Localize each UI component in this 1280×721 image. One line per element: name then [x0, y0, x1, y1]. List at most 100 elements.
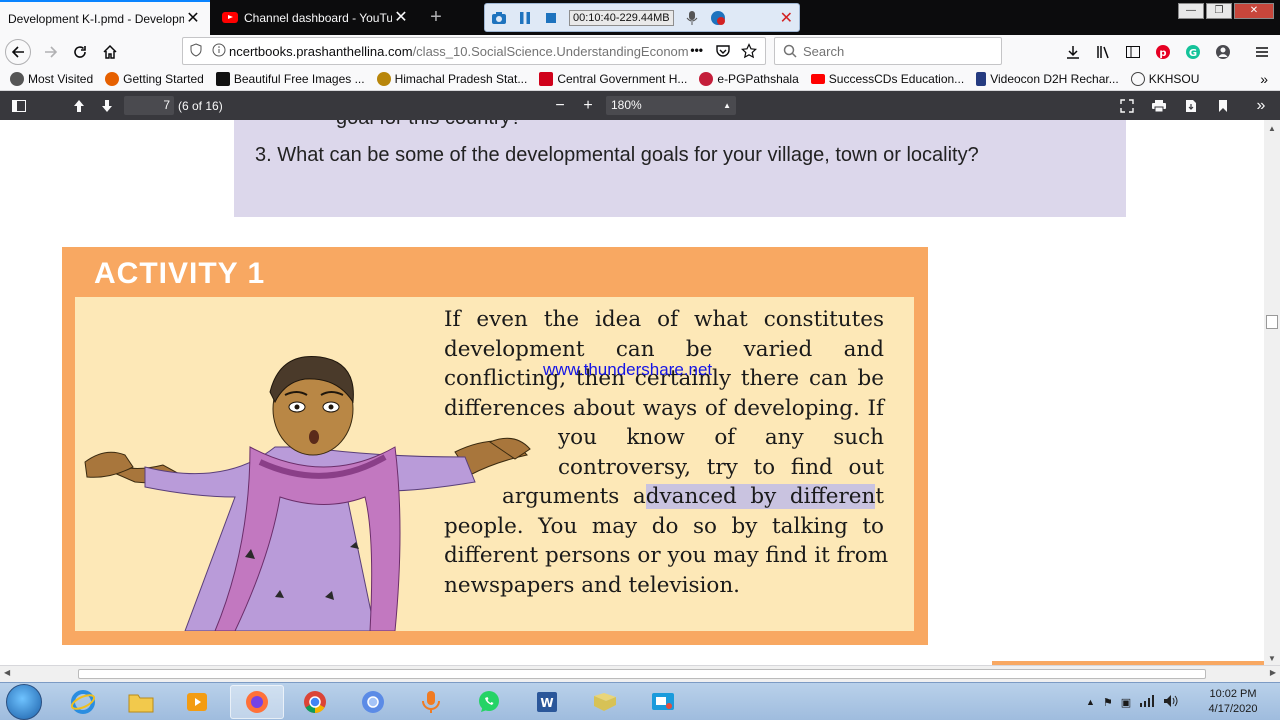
bookmark-item[interactable]: Most Visited — [10, 72, 93, 86]
tab-development-pdf[interactable]: Development K-I.pmd - Developme ✕ — [0, 0, 210, 35]
volume-icon[interactable] — [1163, 694, 1179, 711]
tab-channel-dashboard[interactable]: Channel dashboard - YouTube ✕ — [214, 0, 418, 35]
stop-icon[interactable] — [543, 10, 559, 26]
bookmark-item[interactable]: Beautiful Free Images ... — [215, 72, 365, 86]
taskbar-chrome-canary[interactable] — [346, 685, 400, 719]
presentation-mode-button[interactable] — [1118, 96, 1136, 116]
bookmarks-overflow-icon[interactable]: » — [1260, 71, 1268, 87]
bookmark-label: KKHSOU — [1148, 72, 1200, 86]
text-line-highlighted: arguments advanced by different — [444, 482, 884, 512]
library-button[interactable] — [1091, 39, 1117, 65]
bookmark-icon — [1219, 100, 1227, 112]
action-center-flag-icon[interactable]: ⚑ — [1103, 696, 1113, 709]
bookmark-item[interactable]: e-PGPathshala — [699, 72, 799, 86]
horizontal-scrollbar[interactable]: ◀ ▶ — [0, 665, 1280, 682]
page-count: (6 of 16) — [178, 99, 223, 113]
next-page-button[interactable] — [98, 96, 116, 116]
bookmark-item[interactable]: Getting Started — [105, 72, 204, 86]
bookmark-label: Videocon D2H Rechar... — [990, 72, 1119, 86]
microphone-icon[interactable] — [684, 10, 700, 26]
account-button[interactable] — [1210, 39, 1236, 65]
firefox-icon — [246, 691, 268, 713]
page-actions-icon[interactable]: ••• — [690, 43, 703, 57]
taskbar-folder-app[interactable] — [578, 685, 632, 719]
info-icon[interactable] — [209, 43, 229, 60]
home-button[interactable] — [97, 39, 123, 65]
pinterest-extension[interactable]: p — [1150, 39, 1176, 65]
zoom-out-button[interactable]: − — [550, 96, 570, 116]
forward-button[interactable] — [38, 39, 64, 65]
taskbar-screen-capture[interactable] — [636, 685, 690, 719]
scroll-down-arrow-icon[interactable]: ▼ — [1268, 654, 1276, 663]
new-tab-button[interactable]: + — [424, 5, 448, 29]
media-player-icon — [187, 693, 207, 711]
search-field[interactable]: Search — [774, 37, 1002, 65]
vertical-scrollbar[interactable]: ▲ ▼ — [1264, 120, 1280, 665]
scroll-right-arrow-icon[interactable]: ▶ — [1270, 668, 1276, 677]
tracking-shield-icon[interactable] — [183, 42, 209, 60]
previous-page-button[interactable] — [70, 96, 88, 116]
back-button[interactable] — [5, 39, 31, 65]
maximize-button[interactable]: ❐ — [1206, 3, 1232, 19]
downloads-button[interactable] — [1060, 39, 1086, 65]
folder-icon — [594, 693, 616, 711]
pause-icon[interactable] — [517, 10, 533, 26]
horizontal-scroll-thumb[interactable] — [78, 669, 1206, 679]
bookmark-item[interactable]: KKHSOU — [1130, 72, 1200, 86]
text-line: If even the idea of what constitutes — [444, 307, 884, 332]
taskbar-recorder[interactable] — [404, 685, 458, 719]
microphone-icon — [422, 691, 440, 713]
vertical-scroll-thumb[interactable] — [1266, 315, 1278, 329]
taskbar-file-explorer[interactable] — [114, 685, 168, 719]
bookmark-star-icon[interactable] — [740, 43, 758, 62]
start-button[interactable] — [6, 684, 42, 720]
bookmark-item[interactable]: Central Government H... — [539, 72, 687, 86]
toggle-sidebar-button[interactable] — [10, 96, 28, 116]
svg-text:W: W — [540, 696, 553, 710]
current-view-button[interactable] — [1214, 96, 1232, 116]
sidebar-button[interactable] — [1120, 39, 1146, 65]
svg-text:p: p — [1159, 48, 1166, 59]
page-number-input[interactable]: 7 — [124, 96, 174, 115]
camera-icon[interactable] — [491, 10, 507, 26]
bookmark-item[interactable]: Himachal Pradesh Stat... — [376, 72, 527, 86]
device-icon[interactable]: ▣ — [1121, 696, 1131, 709]
back-arrow-icon — [11, 46, 24, 58]
bookmark-item[interactable]: Videocon D2H Rechar... — [976, 72, 1119, 86]
minimize-button[interactable]: — — [1178, 3, 1204, 19]
tools-button[interactable]: » — [1252, 96, 1270, 116]
reload-button[interactable] — [67, 39, 93, 65]
taskbar-whatsapp[interactable] — [462, 685, 516, 719]
close-tab-icon[interactable]: ✕ — [392, 9, 410, 26]
show-hidden-icons[interactable]: ▲ — [1086, 697, 1095, 707]
bookmark-item[interactable]: SuccessCDs Education... — [810, 72, 964, 86]
zoom-in-button[interactable]: + — [578, 96, 598, 116]
grammarly-extension[interactable]: G — [1180, 39, 1206, 65]
close-tab-icon[interactable]: ✕ — [184, 10, 202, 27]
pdf-toolbar: 7 (6 of 16) − + 180% ▲ » — [0, 91, 1280, 120]
hamburger-menu-icon — [1256, 47, 1268, 57]
url-path: /class_10.SocialScience.UnderstandingEco… — [412, 43, 689, 59]
scroll-left-arrow-icon[interactable]: ◀ — [4, 668, 10, 677]
pocket-icon[interactable] — [715, 44, 731, 61]
taskbar-firefox[interactable] — [230, 685, 284, 719]
webcam-icon[interactable] — [710, 10, 726, 26]
url-text[interactable]: ncertbooks.prashanthellina.com/class_10.… — [229, 44, 689, 59]
zoom-select[interactable]: 180% ▲ — [606, 96, 736, 115]
e-icon — [699, 72, 714, 86]
taskbar-word[interactable]: W — [520, 685, 574, 719]
taskbar-chrome[interactable] — [288, 685, 342, 719]
p-icon — [976, 72, 987, 86]
network-signal-icon[interactable] — [1139, 694, 1155, 710]
menu-button[interactable] — [1249, 39, 1275, 65]
system-clock[interactable]: 10:02 PM 4/17/2020 — [1204, 687, 1262, 717]
text-line: you know of any such — [558, 425, 884, 450]
scroll-up-arrow-icon[interactable]: ▲ — [1268, 124, 1276, 133]
close-window-button[interactable]: ✕ — [1234, 3, 1274, 19]
taskbar-media-player[interactable] — [170, 685, 224, 719]
taskbar-internet-explorer[interactable] — [56, 685, 110, 719]
address-bar[interactable]: ncertbooks.prashanthellina.com/class_10.… — [182, 37, 766, 65]
download-pdf-button[interactable] — [1182, 96, 1200, 116]
print-button[interactable] — [1150, 96, 1168, 116]
close-recorder-icon[interactable]: ✕ — [780, 8, 793, 28]
